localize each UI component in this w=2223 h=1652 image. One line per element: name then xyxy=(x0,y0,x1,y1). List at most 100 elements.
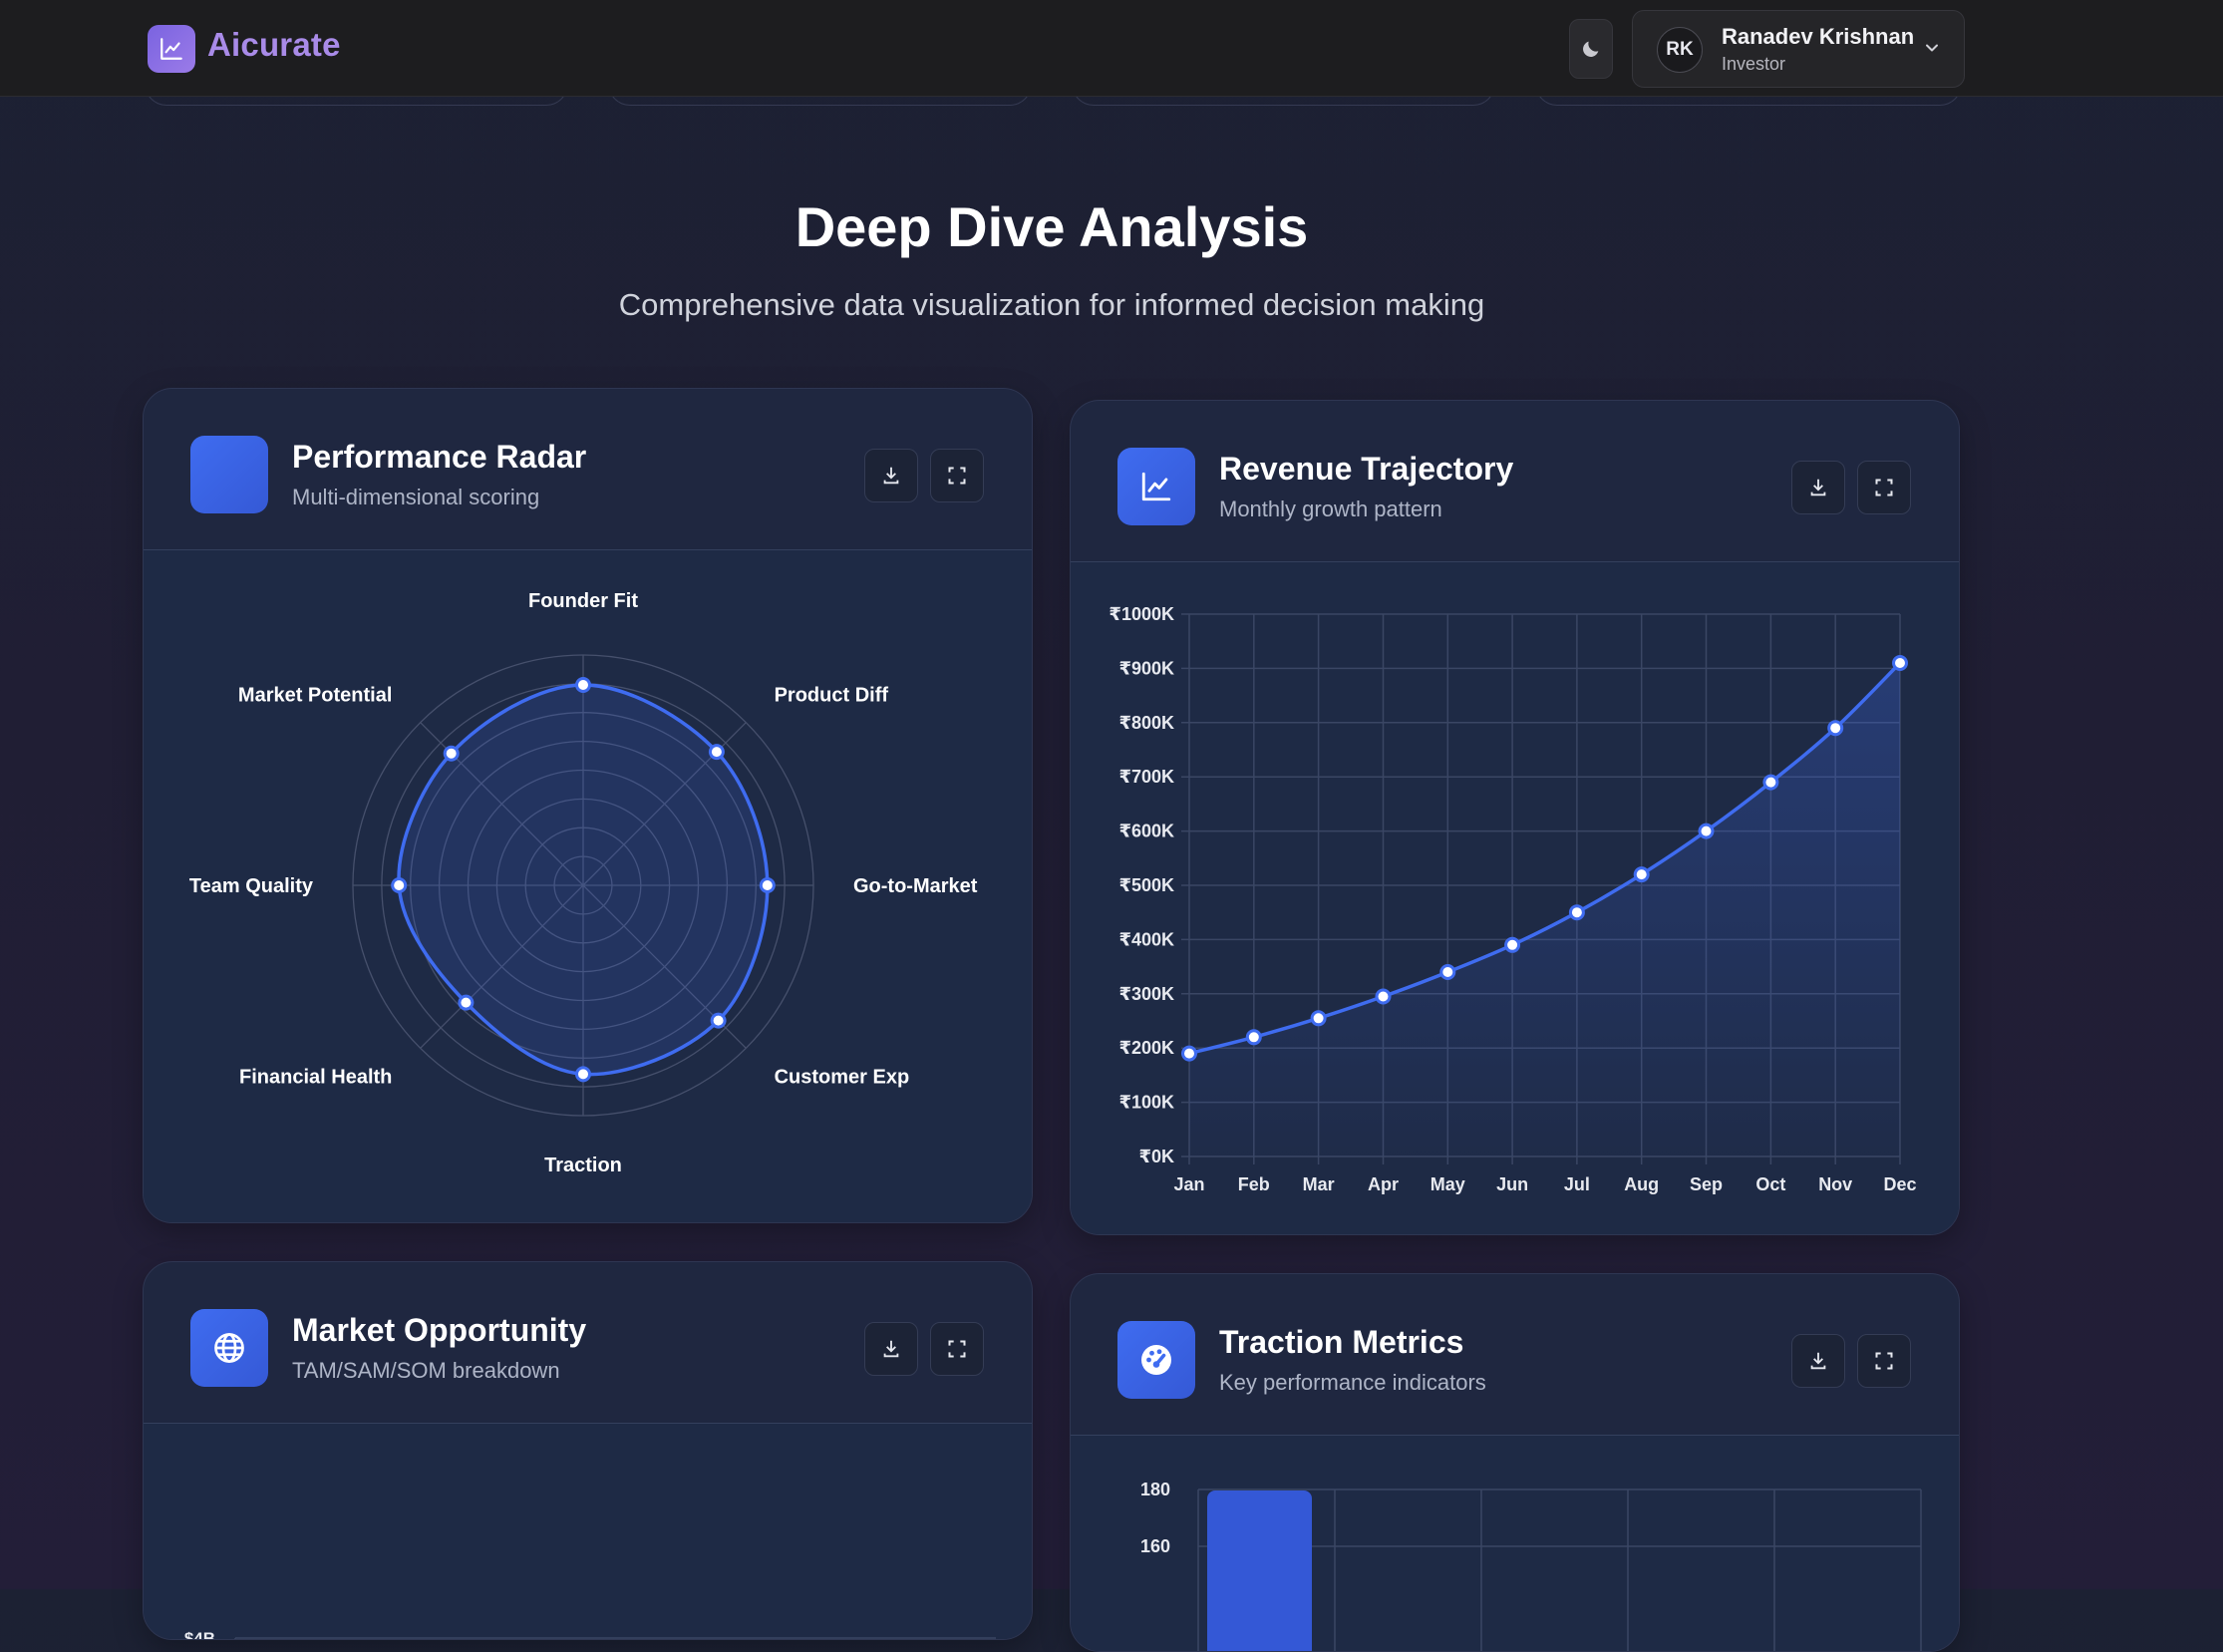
fullscreen-icon xyxy=(1875,479,1893,496)
revenue-point[interactable] xyxy=(1375,988,1392,1005)
y-tick-label: 180 xyxy=(1140,1480,1170,1499)
app-name[interactable]: Aicurate xyxy=(207,26,341,64)
user-name: Ranadev Krishnan xyxy=(1722,24,1915,49)
radar-point[interactable] xyxy=(575,1066,591,1083)
y-tick-label: 160 xyxy=(1140,1536,1170,1556)
radar-axis-label: Customer Exp xyxy=(775,1067,910,1089)
revenue-trajectory-card: Revenue Trajectory Monthly growth patter… xyxy=(1070,400,1960,1235)
revenue-point[interactable] xyxy=(1827,720,1844,737)
download-icon xyxy=(883,467,899,485)
market-bar-chart: $4B xyxy=(184,1629,996,1640)
chevron-down-icon xyxy=(1926,44,1938,52)
download-button[interactable] xyxy=(864,449,918,502)
fullscreen-button[interactable] xyxy=(930,1322,984,1376)
revenue-point[interactable] xyxy=(1762,774,1779,791)
radar-chart: Founder Fit Product Diff Go-to-Market Custo… xyxy=(189,590,978,1176)
download-button[interactable] xyxy=(864,1322,918,1376)
radar-point[interactable] xyxy=(443,745,460,762)
x-tick-label: Feb xyxy=(1238,1174,1270,1194)
y-tick-label: ₹500K xyxy=(1118,875,1174,895)
card-subtitle: Multi-dimensional scoring xyxy=(292,485,540,509)
radar-axis-label: Go-to-Market xyxy=(853,875,978,897)
x-tick-label: May xyxy=(1430,1174,1465,1194)
fullscreen-icon xyxy=(1875,1352,1893,1370)
traction-bar-chart: 180 160 xyxy=(1140,1480,1922,1652)
fullscreen-icon xyxy=(948,467,966,485)
user-role: Investor xyxy=(1722,54,1786,74)
y-tick-label: ₹700K xyxy=(1118,767,1174,787)
card-subtitle: Monthly growth pattern xyxy=(1219,496,1442,521)
revenue-point[interactable] xyxy=(1568,904,1585,921)
section-subtitle: Comprehensive data visualization for inf… xyxy=(618,287,1485,322)
x-tick-label: Aug xyxy=(1624,1174,1659,1194)
revenue-area xyxy=(1189,663,1900,1156)
globe-icon xyxy=(190,1309,268,1387)
card-title: Traction Metrics xyxy=(1219,1324,1464,1360)
x-tick-label: Jul xyxy=(1564,1174,1590,1194)
chart-logo-icon[interactable] xyxy=(148,25,195,73)
radar-axis-label: Traction xyxy=(544,1155,622,1176)
revenue-point[interactable] xyxy=(1504,936,1521,953)
radar-axis-label: Financial Health xyxy=(239,1067,392,1089)
card-body: 180 160 xyxy=(1071,1436,1959,1651)
gauge-icon xyxy=(1117,1321,1195,1399)
x-tick-label: Jan xyxy=(1173,1174,1204,1194)
line-chart-icon xyxy=(1117,448,1195,525)
radar-point[interactable] xyxy=(575,677,591,693)
y-tick-label: ₹0K xyxy=(1138,1147,1174,1166)
x-tick-label: Apr xyxy=(1368,1174,1399,1194)
y-tick-label: ₹100K xyxy=(1118,1093,1174,1113)
revenue-point[interactable] xyxy=(1892,655,1908,671)
card-header: Traction Metrics Key performance indicat… xyxy=(1071,1274,1959,1436)
traction-metrics-card: Traction Metrics Key performance indicat… xyxy=(1070,1273,1960,1652)
radar-point[interactable] xyxy=(458,994,475,1011)
user-menu-button[interactable]: RK Ranadev Krishnan Investor xyxy=(1632,10,1965,88)
x-tick-label: Mar xyxy=(1303,1174,1335,1194)
moon-icon xyxy=(1583,41,1599,57)
card-header: Market Opportunity TAM/SAM/SOM breakdown xyxy=(144,1262,1032,1424)
fullscreen-button[interactable] xyxy=(1857,1334,1911,1388)
radar-axis-label: Product Diff xyxy=(775,684,889,706)
radar-point[interactable] xyxy=(710,1012,727,1029)
radar-axis-label: Market Potential xyxy=(238,684,392,706)
card-subtitle: Key performance indicators xyxy=(1219,1370,1486,1395)
card-title: Performance Radar xyxy=(292,439,587,475)
bar[interactable] xyxy=(1207,1490,1312,1652)
y-tick-label: ₹800K xyxy=(1118,713,1174,733)
x-tick-label: Oct xyxy=(1755,1174,1785,1194)
revenue-point[interactable] xyxy=(1310,1010,1327,1027)
theme-toggle-button[interactable] xyxy=(1569,19,1613,79)
card-body: $4B xyxy=(144,1424,1032,1639)
x-tick-label: Dec xyxy=(1883,1174,1916,1194)
revenue-point[interactable] xyxy=(1698,823,1715,839)
card-title: Revenue Trajectory xyxy=(1219,451,1514,487)
fullscreen-button[interactable] xyxy=(930,449,984,502)
fullscreen-button[interactable] xyxy=(1857,461,1911,514)
radar-point[interactable] xyxy=(391,877,408,893)
download-icon xyxy=(1810,1352,1826,1370)
radar-point[interactable] xyxy=(759,877,776,893)
y-tick-label: ₹1000K xyxy=(1109,604,1174,624)
revenue-point[interactable] xyxy=(1181,1045,1197,1062)
section-title: Deep Dive Analysis xyxy=(794,195,1309,258)
download-button[interactable] xyxy=(1791,1334,1845,1388)
y-tick-label: ₹600K xyxy=(1118,822,1174,841)
card-body: Founder Fit Product Diff Go-to-Market Custo… xyxy=(144,550,1032,1222)
radar-icon xyxy=(190,436,268,513)
download-button[interactable] xyxy=(1791,461,1845,514)
card-header: Revenue Trajectory Monthly growth patter… xyxy=(1071,401,1959,562)
fullscreen-icon xyxy=(948,1340,966,1358)
revenue-point[interactable] xyxy=(1633,866,1650,883)
y-tick-label: $4B xyxy=(184,1629,215,1640)
revenue-point[interactable] xyxy=(1245,1029,1262,1046)
radar-axis-label: Team Quality xyxy=(189,875,314,897)
card-title: Market Opportunity xyxy=(292,1312,587,1348)
radar-point[interactable] xyxy=(708,744,725,761)
download-icon xyxy=(883,1340,899,1358)
card-body: ₹0K ₹100K ₹200K ₹300K ₹400K ₹500K ₹600K ₹700K ₹8… xyxy=(1071,562,1959,1234)
performance-radar-card: Performance Radar Multi-dimensional scor… xyxy=(143,388,1033,1223)
y-tick-label: ₹300K xyxy=(1118,984,1174,1004)
y-tick-label: ₹400K xyxy=(1118,929,1174,949)
market-opportunity-card: Market Opportunity TAM/SAM/SOM breakdown… xyxy=(143,1261,1033,1640)
revenue-point[interactable] xyxy=(1439,964,1456,980)
